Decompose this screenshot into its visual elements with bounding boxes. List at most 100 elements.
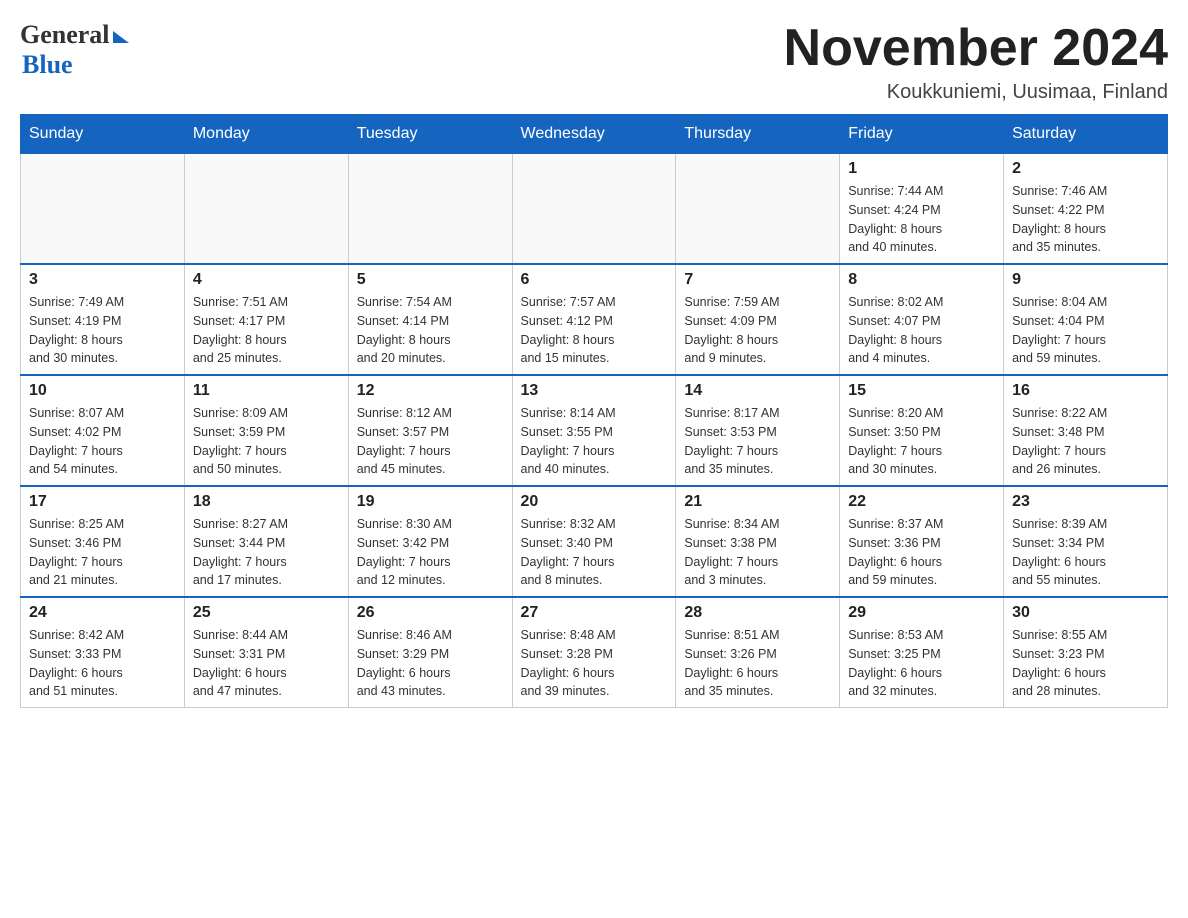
logo-general-text: General <box>20 20 110 50</box>
calendar-day-cell: 28 Sunrise: 8:51 AM Sunset: 3:26 PM Dayli… <box>676 597 840 708</box>
day-info: Sunrise: 8:46 AM Sunset: 3:29 PM Dayligh… <box>357 626 504 701</box>
day-number: 27 <box>521 604 668 622</box>
calendar-day-cell <box>184 154 348 265</box>
weekday-header: Sunday <box>21 115 185 154</box>
day-number: 21 <box>684 493 831 511</box>
day-info: Sunrise: 7:49 AM Sunset: 4:19 PM Dayligh… <box>29 293 176 368</box>
title-area: November 2024 Koukkuniemi, Uusimaa, Finl… <box>784 20 1168 104</box>
calendar-week-row: 3 Sunrise: 7:49 AM Sunset: 4:19 PM Daylig… <box>21 264 1168 375</box>
calendar-day-cell: 9 Sunrise: 8:04 AM Sunset: 4:04 PM Daylig… <box>1004 264 1168 375</box>
day-number: 14 <box>684 382 831 400</box>
weekday-header: Friday <box>840 115 1004 154</box>
day-number: 15 <box>848 382 995 400</box>
day-number: 17 <box>29 493 176 511</box>
day-info: Sunrise: 7:51 AM Sunset: 4:17 PM Dayligh… <box>193 293 340 368</box>
day-info: Sunrise: 8:14 AM Sunset: 3:55 PM Dayligh… <box>521 404 668 479</box>
calendar-day-cell: 15 Sunrise: 8:20 AM Sunset: 3:50 PM Dayli… <box>840 375 1004 486</box>
calendar-day-cell: 7Sunrise: 7:59 AM Sunset: 4:09 PM Daylig… <box>676 264 840 375</box>
day-info: Sunrise: 8:17 AM Sunset: 3:53 PM Dayligh… <box>684 404 831 479</box>
day-number: 10 <box>29 382 176 400</box>
day-info: Sunrise: 7:57 AM Sunset: 4:12 PM Dayligh… <box>521 293 668 368</box>
day-info: Sunrise: 8:09 AM Sunset: 3:59 PM Dayligh… <box>193 404 340 479</box>
calendar-day-cell: 18 Sunrise: 8:27 AM Sunset: 3:44 PM Dayli… <box>184 486 348 597</box>
calendar-day-cell: 30 Sunrise: 8:55 AM Sunset: 3:23 PM Dayli… <box>1004 597 1168 708</box>
calendar-day-cell: 6 Sunrise: 7:57 AM Sunset: 4:12 PM Daylig… <box>512 264 676 375</box>
calendar-day-cell: 12Sunrise: 8:12 AM Sunset: 3:57 PM Dayli… <box>348 375 512 486</box>
day-number: 18 <box>193 493 340 511</box>
day-info: Sunrise: 8:53 AM Sunset: 3:25 PM Dayligh… <box>848 626 995 701</box>
calendar-day-cell: 21 Sunrise: 8:34 AM Sunset: 3:38 PM Dayli… <box>676 486 840 597</box>
day-number: 20 <box>521 493 668 511</box>
calendar-day-cell: 5 Sunrise: 7:54 AM Sunset: 4:14 PM Daylig… <box>348 264 512 375</box>
calendar-week-row: 17 Sunrise: 8:25 AM Sunset: 3:46 PM Dayli… <box>21 486 1168 597</box>
day-info: Sunrise: 8:48 AM Sunset: 3:28 PM Dayligh… <box>521 626 668 701</box>
calendar-day-cell: 14 Sunrise: 8:17 AM Sunset: 3:53 PM Dayli… <box>676 375 840 486</box>
logo-arrow-icon <box>113 31 129 43</box>
calendar-day-cell: 17 Sunrise: 8:25 AM Sunset: 3:46 PM Dayli… <box>21 486 185 597</box>
day-info: Sunrise: 8:02 AM Sunset: 4:07 PM Dayligh… <box>848 293 995 368</box>
calendar-day-cell <box>676 154 840 265</box>
calendar-week-row: 24 Sunrise: 8:42 AM Sunset: 3:33 PM Dayli… <box>21 597 1168 708</box>
day-info: Sunrise: 8:37 AM Sunset: 3:36 PM Dayligh… <box>848 515 995 590</box>
day-number: 25 <box>193 604 340 622</box>
day-info: Sunrise: 8:12 AM Sunset: 3:57 PM Dayligh… <box>357 404 504 479</box>
day-number: 9 <box>1012 271 1159 289</box>
weekday-header: Tuesday <box>348 115 512 154</box>
day-info: Sunrise: 8:34 AM Sunset: 3:38 PM Dayligh… <box>684 515 831 590</box>
calendar-day-cell: 10 Sunrise: 8:07 AM Sunset: 4:02 PM Dayli… <box>21 375 185 486</box>
calendar-day-cell: 16Sunrise: 8:22 AM Sunset: 3:48 PM Dayli… <box>1004 375 1168 486</box>
calendar-week-row: 10 Sunrise: 8:07 AM Sunset: 4:02 PM Dayli… <box>21 375 1168 486</box>
day-number: 19 <box>357 493 504 511</box>
day-number: 22 <box>848 493 995 511</box>
calendar-day-cell: 25 Sunrise: 8:44 AM Sunset: 3:31 PM Dayli… <box>184 597 348 708</box>
calendar-day-cell <box>512 154 676 265</box>
day-info: Sunrise: 7:44 AM Sunset: 4:24 PM Dayligh… <box>848 182 995 257</box>
day-number: 29 <box>848 604 995 622</box>
day-info: Sunrise: 8:44 AM Sunset: 3:31 PM Dayligh… <box>193 626 340 701</box>
calendar-table: SundayMondayTuesdayWednesdayThursdayFrid… <box>20 114 1168 708</box>
day-info: Sunrise: 8:30 AM Sunset: 3:42 PM Dayligh… <box>357 515 504 590</box>
day-number: 7 <box>684 271 831 289</box>
calendar-day-cell <box>21 154 185 265</box>
day-number: 2 <box>1012 160 1159 178</box>
calendar-day-cell: 19 Sunrise: 8:30 AM Sunset: 3:42 PM Dayli… <box>348 486 512 597</box>
day-number: 16 <box>1012 382 1159 400</box>
calendar-day-cell: 1 Sunrise: 7:44 AM Sunset: 4:24 PM Daylig… <box>840 154 1004 265</box>
day-number: 28 <box>684 604 831 622</box>
calendar-day-cell: 4Sunrise: 7:51 AM Sunset: 4:17 PM Daylig… <box>184 264 348 375</box>
day-number: 24 <box>29 604 176 622</box>
day-info: Sunrise: 8:55 AM Sunset: 3:23 PM Dayligh… <box>1012 626 1159 701</box>
day-info: Sunrise: 8:39 AM Sunset: 3:34 PM Dayligh… <box>1012 515 1159 590</box>
day-number: 3 <box>29 271 176 289</box>
day-number: 6 <box>521 271 668 289</box>
weekday-header: Thursday <box>676 115 840 154</box>
calendar-day-cell <box>348 154 512 265</box>
day-info: Sunrise: 8:51 AM Sunset: 3:26 PM Dayligh… <box>684 626 831 701</box>
calendar-day-cell: 22 Sunrise: 8:37 AM Sunset: 3:36 PM Dayli… <box>840 486 1004 597</box>
calendar-header-row: SundayMondayTuesdayWednesdayThursdayFrid… <box>21 115 1168 154</box>
calendar-day-cell: 20Sunrise: 8:32 AM Sunset: 3:40 PM Dayli… <box>512 486 676 597</box>
day-info: Sunrise: 8:42 AM Sunset: 3:33 PM Dayligh… <box>29 626 176 701</box>
day-info: Sunrise: 8:07 AM Sunset: 4:02 PM Dayligh… <box>29 404 176 479</box>
day-info: Sunrise: 8:20 AM Sunset: 3:50 PM Dayligh… <box>848 404 995 479</box>
day-info: Sunrise: 7:54 AM Sunset: 4:14 PM Dayligh… <box>357 293 504 368</box>
calendar-day-cell: 13 Sunrise: 8:14 AM Sunset: 3:55 PM Dayli… <box>512 375 676 486</box>
day-number: 11 <box>193 382 340 400</box>
day-number: 1 <box>848 160 995 178</box>
calendar-day-cell: 23Sunrise: 8:39 AM Sunset: 3:34 PM Dayli… <box>1004 486 1168 597</box>
weekday-header: Wednesday <box>512 115 676 154</box>
calendar-day-cell: 11 Sunrise: 8:09 AM Sunset: 3:59 PM Dayli… <box>184 375 348 486</box>
location-text: Koukkuniemi, Uusimaa, Finland <box>784 81 1168 104</box>
day-number: 13 <box>521 382 668 400</box>
day-number: 30 <box>1012 604 1159 622</box>
day-info: Sunrise: 8:04 AM Sunset: 4:04 PM Dayligh… <box>1012 293 1159 368</box>
day-number: 26 <box>357 604 504 622</box>
calendar-day-cell: 8 Sunrise: 8:02 AM Sunset: 4:07 PM Daylig… <box>840 264 1004 375</box>
day-info: Sunrise: 8:27 AM Sunset: 3:44 PM Dayligh… <box>193 515 340 590</box>
calendar-day-cell: 3 Sunrise: 7:49 AM Sunset: 4:19 PM Daylig… <box>21 264 185 375</box>
day-number: 5 <box>357 271 504 289</box>
calendar-day-cell: 26 Sunrise: 8:46 AM Sunset: 3:29 PM Dayli… <box>348 597 512 708</box>
day-info: Sunrise: 7:46 AM Sunset: 4:22 PM Dayligh… <box>1012 182 1159 257</box>
day-info: Sunrise: 8:25 AM Sunset: 3:46 PM Dayligh… <box>29 515 176 590</box>
day-number: 8 <box>848 271 995 289</box>
